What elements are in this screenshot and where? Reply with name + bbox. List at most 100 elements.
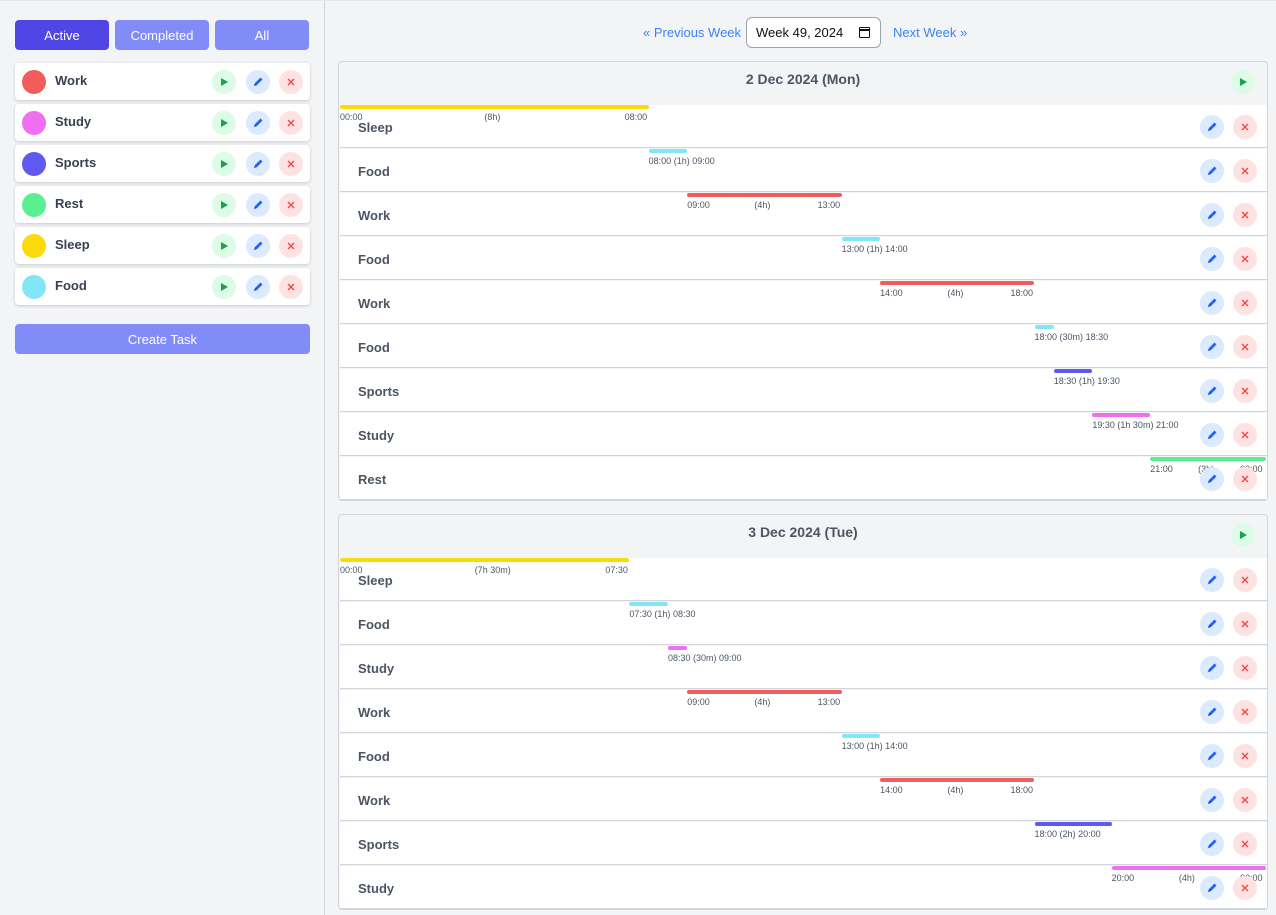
- delete-entry-button[interactable]: [1233, 656, 1257, 680]
- delete-entry-button[interactable]: [1233, 203, 1257, 227]
- edit-entry-button[interactable]: [1200, 568, 1224, 592]
- start-day-button[interactable]: [1231, 70, 1255, 94]
- start-task-button[interactable]: [212, 275, 236, 299]
- calendar-icon[interactable]: [859, 27, 870, 38]
- task-item-study[interactable]: Study: [15, 104, 310, 141]
- edit-entry-button[interactable]: [1200, 612, 1224, 636]
- close-icon: [1241, 343, 1249, 351]
- edit-task-button[interactable]: [246, 234, 270, 258]
- delete-task-button[interactable]: [279, 152, 303, 176]
- start-task-button[interactable]: [212, 70, 236, 94]
- delete-entry-button[interactable]: [1233, 568, 1257, 592]
- previous-week-link[interactable]: « Previous Week: [643, 25, 741, 40]
- entry-duration: (1h): [673, 156, 690, 166]
- delete-entry-button[interactable]: [1233, 115, 1257, 139]
- delete-entry-button[interactable]: [1233, 291, 1257, 315]
- delete-entry-button[interactable]: [1233, 247, 1257, 271]
- entry-start-time: 07:30: [629, 609, 652, 619]
- pencil-icon: [252, 158, 264, 170]
- delete-entry-button[interactable]: [1233, 379, 1257, 403]
- task-color-dot: [22, 152, 46, 176]
- edit-entry-button[interactable]: [1200, 876, 1224, 900]
- edit-entry-button[interactable]: [1200, 247, 1224, 271]
- close-icon: [1241, 475, 1249, 483]
- task-item-sports[interactable]: Sports: [15, 145, 310, 182]
- task-item-food[interactable]: Food: [15, 268, 310, 305]
- edit-task-button[interactable]: [246, 70, 270, 94]
- delete-entry-button[interactable]: [1233, 612, 1257, 636]
- edit-entry-button[interactable]: [1200, 335, 1224, 359]
- edit-entry-button[interactable]: [1200, 379, 1224, 403]
- time-entry-task-name: Food: [358, 617, 390, 632]
- edit-task-button[interactable]: [246, 111, 270, 135]
- edit-task-button[interactable]: [246, 193, 270, 217]
- edit-entry-button[interactable]: [1200, 115, 1224, 139]
- edit-entry-button[interactable]: [1200, 203, 1224, 227]
- entry-end-time: 20:00: [1078, 829, 1101, 839]
- entry-start-time: 18:00: [1034, 829, 1058, 839]
- time-entry-bar: [1034, 325, 1054, 329]
- edit-task-button[interactable]: [246, 275, 270, 299]
- edit-entry-button[interactable]: [1200, 291, 1224, 315]
- entry-duration: (7h 30m): [474, 565, 511, 575]
- close-icon: [1241, 387, 1249, 395]
- edit-entry-button[interactable]: [1200, 700, 1224, 724]
- edit-entry-button[interactable]: [1200, 467, 1224, 491]
- delete-entry-button[interactable]: [1233, 159, 1257, 183]
- play-icon: [1238, 77, 1248, 87]
- time-entry-bar: [1111, 866, 1266, 870]
- edit-entry-button[interactable]: [1200, 159, 1224, 183]
- pencil-icon: [1206, 165, 1218, 177]
- week-picker-input[interactable]: Week 49, 2024: [746, 17, 881, 48]
- edit-entry-button[interactable]: [1200, 656, 1224, 680]
- pencil-icon: [252, 76, 264, 88]
- delete-entry-button[interactable]: [1233, 335, 1257, 359]
- pencil-icon: [252, 117, 264, 129]
- delete-task-button[interactable]: [279, 234, 303, 258]
- start-day-button[interactable]: [1231, 523, 1255, 547]
- close-icon: [1241, 840, 1249, 848]
- filter-tab-all[interactable]: All: [215, 20, 309, 50]
- task-item-work[interactable]: Work: [15, 63, 310, 100]
- delete-entry-button[interactable]: [1233, 744, 1257, 768]
- delete-entry-button[interactable]: [1233, 788, 1257, 812]
- start-task-button[interactable]: [212, 111, 236, 135]
- delete-entry-button[interactable]: [1233, 832, 1257, 856]
- delete-task-button[interactable]: [279, 275, 303, 299]
- edit-entry-button[interactable]: [1200, 788, 1224, 812]
- next-week-link[interactable]: Next Week »: [893, 25, 967, 40]
- edit-entry-button[interactable]: [1200, 744, 1224, 768]
- delete-task-button[interactable]: [279, 70, 303, 94]
- delete-task-button[interactable]: [279, 193, 303, 217]
- start-task-button[interactable]: [212, 193, 236, 217]
- time-entry-row: Sports 18:00 (2h) 20:00: [340, 822, 1267, 865]
- time-entry-row: Work 14:00 (4h) 18:00: [340, 778, 1267, 821]
- delete-entry-button[interactable]: [1233, 423, 1257, 447]
- close-icon: [287, 201, 295, 209]
- create-task-button[interactable]: Create Task: [15, 324, 310, 354]
- entry-start-time: 21:00: [1150, 464, 1173, 474]
- time-entry-row: Food 08:00 (1h) 09:00: [340, 149, 1267, 192]
- filter-tab-completed[interactable]: Completed: [115, 20, 209, 50]
- start-task-button[interactable]: [212, 234, 236, 258]
- close-icon: [1241, 664, 1249, 672]
- task-item-rest[interactable]: Rest: [15, 186, 310, 223]
- delete-task-button[interactable]: [279, 111, 303, 135]
- edit-entry-button[interactable]: [1200, 832, 1224, 856]
- task-item-sleep[interactable]: Sleep: [15, 227, 310, 264]
- time-entry-bar: [687, 690, 842, 694]
- delete-entry-button[interactable]: [1233, 467, 1257, 491]
- edit-task-button[interactable]: [246, 152, 270, 176]
- delete-entry-button[interactable]: [1233, 700, 1257, 724]
- start-task-button[interactable]: [212, 152, 236, 176]
- edit-entry-button[interactable]: [1200, 423, 1224, 447]
- delete-entry-button[interactable]: [1233, 876, 1257, 900]
- time-entry-bar: [1034, 822, 1112, 826]
- time-entry-bar: [340, 105, 649, 109]
- filter-tab-active[interactable]: Active: [15, 20, 109, 50]
- time-entry-task-name: Sports: [358, 837, 400, 852]
- time-entry-bar: [648, 149, 688, 153]
- close-icon: [1241, 796, 1249, 804]
- close-icon: [1241, 576, 1249, 584]
- time-entry-task-name: Work: [358, 208, 391, 223]
